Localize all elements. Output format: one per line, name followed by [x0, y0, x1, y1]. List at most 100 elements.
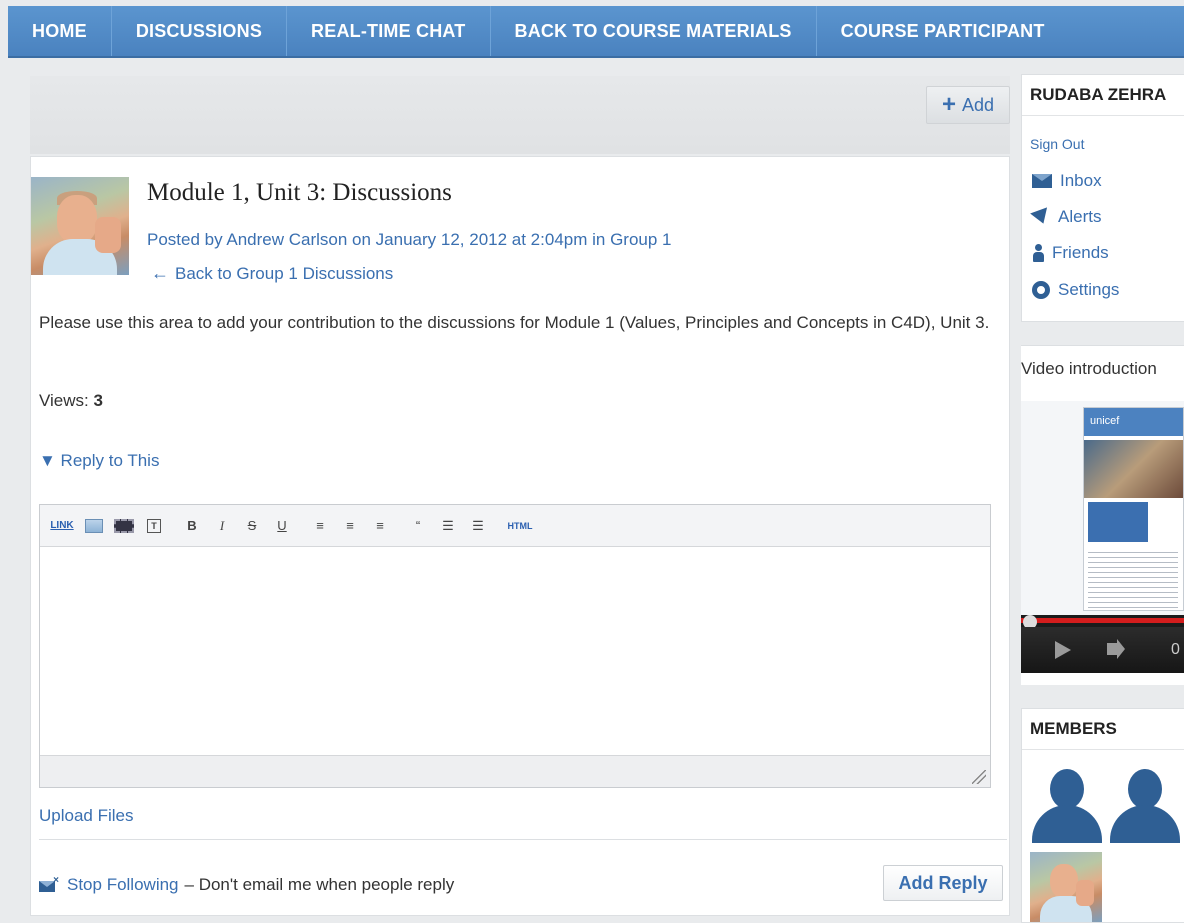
text-box-icon: T: [147, 518, 161, 533]
add-button[interactable]: + Add: [926, 86, 1010, 124]
reply-toggle[interactable]: ▼ Reply to This: [39, 451, 159, 471]
post-meta[interactable]: Posted by Andrew Carlson on January 12, …: [147, 230, 672, 250]
editor-footer: [40, 755, 990, 787]
inbox-label: Inbox: [1060, 171, 1102, 190]
align-center-icon: ≡: [346, 518, 354, 533]
alerts-label: Alerts: [1058, 207, 1102, 226]
follow-row: × Stop Following – Don't email me when p…: [39, 875, 454, 895]
insert-text-button[interactable]: T: [140, 512, 168, 540]
silhouette-body: [1032, 805, 1102, 843]
video-controls: 0: [1021, 627, 1184, 673]
strikethrough-button[interactable]: S: [238, 512, 266, 540]
bold-button[interactable]: B: [178, 512, 206, 540]
video-title: Video introduction: [1021, 359, 1157, 378]
member-avatar-default[interactable]: [1108, 767, 1182, 843]
block-group: “ ☰ ☰: [404, 512, 492, 540]
video-banner: unicef: [1084, 408, 1183, 436]
gear-icon: [1032, 281, 1050, 299]
divider: [1022, 115, 1184, 116]
avatar-thumb: [95, 217, 121, 253]
insert-link-button[interactable]: LINK: [46, 512, 78, 540]
video-panel: Video introduction unicef 0: [1021, 345, 1184, 685]
upload-files-link[interactable]: Upload Files: [39, 806, 134, 826]
video-icon: [114, 518, 134, 533]
friends-link[interactable]: Friends: [1032, 243, 1109, 263]
align-group: ≡ ≡ ≡: [306, 512, 394, 540]
member-avatar-default[interactable]: [1030, 767, 1104, 843]
play-icon[interactable]: [1055, 641, 1071, 659]
blockquote-button[interactable]: “: [404, 512, 432, 540]
views-label: Views:: [39, 391, 89, 410]
align-right-icon: ≡: [376, 518, 384, 533]
post-title: Module 1, Unit 3: Discussions: [147, 179, 452, 206]
video-screenshot: unicef: [1083, 407, 1184, 611]
alert-icon: [1030, 207, 1052, 227]
video-panel-block: [1088, 502, 1148, 542]
back-link-label: Back to Group 1 Discussions: [175, 263, 394, 283]
video-progress-bar[interactable]: [1021, 615, 1184, 629]
sign-out-link[interactable]: Sign Out: [1030, 136, 1084, 152]
back-to-group-link[interactable]: ← Back to Group 1 Discussions: [151, 263, 393, 284]
format-group: B I S U: [178, 512, 296, 540]
bullet-list-icon: ☰: [442, 517, 454, 533]
user-name[interactable]: RUDABA ZEHRA: [1030, 85, 1166, 105]
plus-icon: +: [941, 91, 956, 118]
user-panel: RUDABA ZEHRA Sign Out Inbox Alerts Frien…: [1021, 74, 1184, 322]
editor-toolbar: LINK T B I S U ≡ ≡ ≡ “ ☰ ☰ HTML: [40, 505, 990, 547]
member-thumb: [1076, 880, 1094, 906]
nav-discussions[interactable]: DISCUSSIONS: [112, 6, 288, 56]
add-reply-button[interactable]: Add Reply: [883, 865, 1003, 901]
alerts-link[interactable]: Alerts: [1030, 207, 1102, 227]
reply-editor: LINK T B I S U ≡ ≡ ≡ “ ☰ ☰ HTML: [39, 504, 991, 788]
align-center-button[interactable]: ≡: [336, 512, 364, 540]
align-left-icon: ≡: [316, 518, 324, 533]
video-player[interactable]: unicef 0: [1021, 401, 1184, 673]
envelope-icon: [1032, 174, 1052, 188]
italic-button[interactable]: I: [208, 512, 236, 540]
envelope-x-icon: ×: [39, 875, 59, 892]
avatar-face: [57, 195, 97, 243]
nav-course-participants[interactable]: COURSE PARTICIPANT: [817, 6, 1069, 56]
insert-group: LINK T: [46, 512, 168, 540]
image-icon: [85, 518, 103, 533]
members-panel: MEMBERS: [1021, 708, 1184, 923]
bullet-list-button[interactable]: ☰: [434, 512, 462, 540]
discussion-post: Module 1, Unit 3: Discussions Posted by …: [30, 156, 1010, 916]
divider: [39, 839, 1007, 840]
silhouette-body: [1110, 805, 1180, 843]
insert-video-button[interactable]: [110, 512, 138, 540]
nav-real-time-chat[interactable]: REAL-TIME CHAT: [287, 6, 491, 56]
insert-image-button[interactable]: [80, 512, 108, 540]
underline-button[interactable]: U: [268, 512, 296, 540]
views-value: 3: [93, 391, 103, 410]
inbox-link[interactable]: Inbox: [1032, 171, 1102, 191]
reply-textarea[interactable]: [40, 547, 990, 754]
source-group: HTML: [502, 512, 538, 540]
resize-handle-icon[interactable]: [972, 770, 986, 784]
person-icon: [1032, 244, 1044, 262]
silhouette-head: [1050, 769, 1084, 809]
nav-back-to-course-materials[interactable]: BACK TO COURSE MATERIALS: [491, 6, 817, 56]
top-navigation: HOME DISCUSSIONS REAL-TIME CHAT BACK TO …: [8, 6, 1184, 58]
stop-following-link[interactable]: Stop Following: [67, 875, 179, 895]
arrow-left-icon: ←: [151, 263, 169, 283]
settings-label: Settings: [1058, 280, 1120, 299]
settings-link[interactable]: Settings: [1032, 280, 1119, 300]
action-bar: + Add: [30, 76, 1010, 154]
align-left-button[interactable]: ≡: [306, 512, 334, 540]
divider: [1022, 749, 1184, 750]
views-count: Views: 3: [39, 391, 103, 411]
volume-icon[interactable]: [1107, 639, 1125, 659]
member-face: [1050, 864, 1078, 898]
silhouette-head: [1128, 769, 1162, 809]
align-right-button[interactable]: ≡: [366, 512, 394, 540]
author-avatar[interactable]: [31, 177, 129, 275]
video-progress-played: [1021, 618, 1184, 623]
html-source-button[interactable]: HTML: [502, 512, 538, 540]
nav-home[interactable]: HOME: [8, 6, 112, 56]
member-avatar-photo[interactable]: [1030, 852, 1102, 922]
post-body: Please use this area to add your contrib…: [39, 313, 990, 332]
numbered-list-button[interactable]: ☰: [464, 512, 492, 540]
friends-label: Friends: [1052, 243, 1109, 262]
video-time: 0: [1171, 641, 1180, 658]
